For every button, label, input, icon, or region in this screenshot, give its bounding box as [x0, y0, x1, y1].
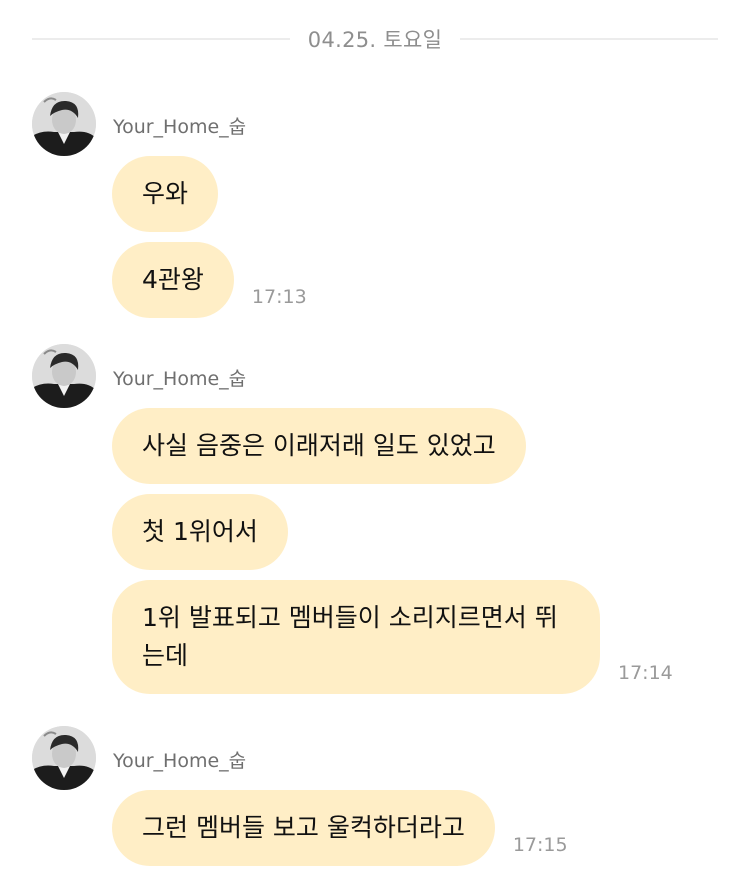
message-list: 우와 4관왕 17:13: [112, 156, 732, 328]
message-bubble[interactable]: 1위 발표되고 멤버들이 소리지르면서 뛰는데: [112, 580, 600, 694]
message-bubble[interactable]: 첫 1위어서: [112, 494, 288, 570]
message-row: 그런 멤버들 보고 울컥하더라고 17:15: [112, 790, 732, 866]
message-row: 우와: [112, 156, 732, 232]
message-row: 4관왕 17:13: [112, 242, 732, 318]
avatar-photo-icon: [32, 344, 96, 408]
message-row: 첫 1위어서: [112, 494, 732, 570]
message-time: 17:15: [512, 834, 568, 856]
message-list: 그런 멤버들 보고 울컥하더라고 17:15: [112, 790, 732, 876]
date-divider: 04.25. 토요일: [32, 22, 718, 56]
sender-name: Your_Home_숩: [113, 750, 247, 772]
date-label: 04.25. 토요일: [307, 28, 443, 52]
message-bubble[interactable]: 4관왕: [112, 242, 234, 318]
message-bubble[interactable]: 우와: [112, 156, 219, 232]
message-bubble[interactable]: 사실 음중은 이래저래 일도 있었고: [112, 408, 526, 484]
divider-line-right: [460, 38, 718, 40]
message-list: 사실 음중은 이래저래 일도 있었고 첫 1위어서 1위 발표되고 멤버들이 소…: [112, 408, 732, 704]
message-row: 1위 발표되고 멤버들이 소리지르면서 뛰는데 17:14: [112, 580, 732, 694]
sender-name: Your_Home_숩: [113, 368, 247, 390]
message-bubble[interactable]: 그런 멤버들 보고 울컥하더라고: [112, 790, 495, 866]
sender-name: Your_Home_숩: [113, 116, 247, 138]
divider-line-left: [32, 38, 290, 40]
avatar[interactable]: [32, 92, 96, 156]
avatar-photo-icon: [32, 92, 96, 156]
avatar-photo-icon: [32, 726, 96, 790]
message-time: 17:13: [251, 286, 307, 308]
message-time: 17:14: [618, 662, 673, 684]
avatar[interactable]: [32, 726, 96, 790]
avatar[interactable]: [32, 344, 96, 408]
message-row: 사실 음중은 이래저래 일도 있었고: [112, 408, 732, 484]
